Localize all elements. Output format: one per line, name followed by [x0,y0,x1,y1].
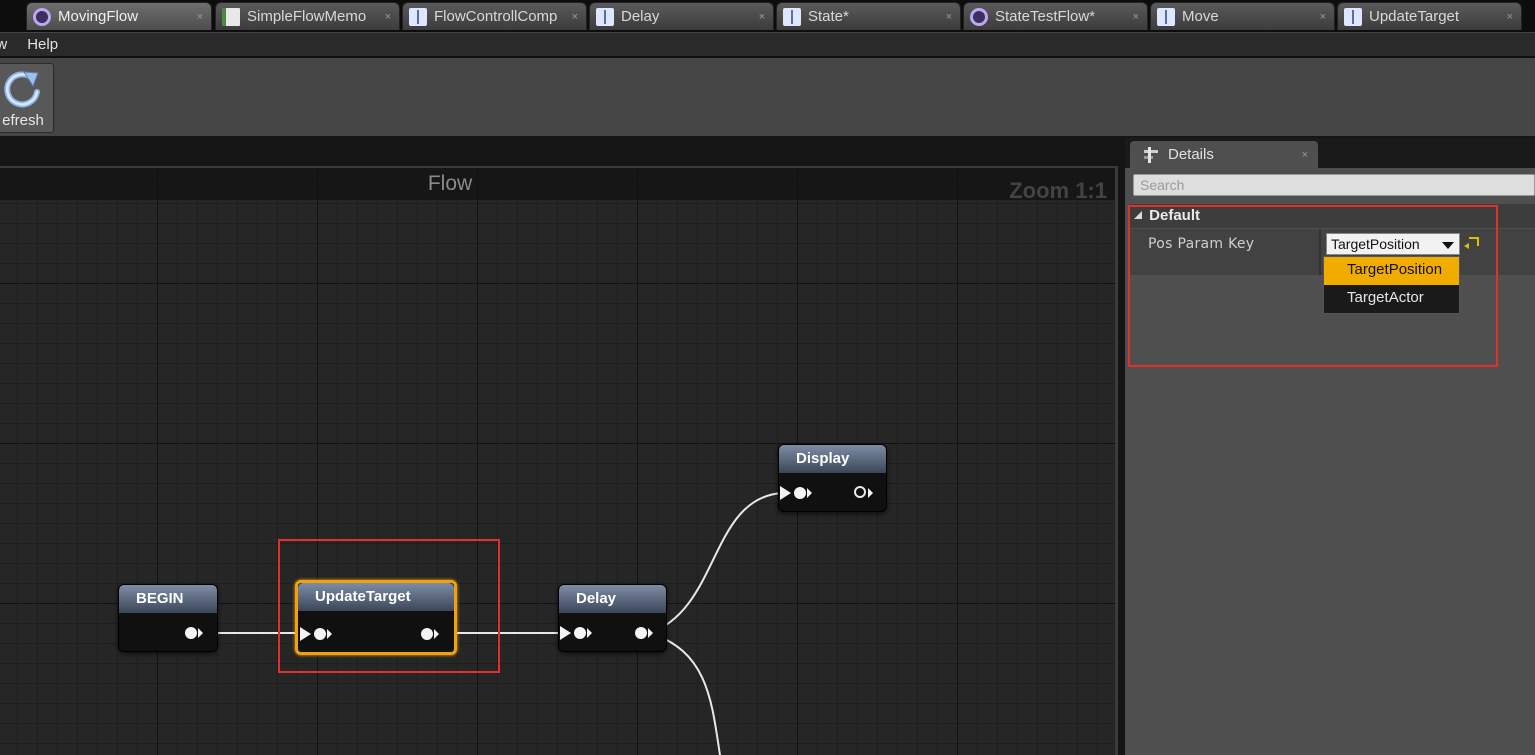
tab-delay[interactable]: Delay × [589,2,774,30]
reset-to-default-icon[interactable] [1464,237,1479,249]
exec-in-arrow-icon [300,627,311,641]
close-icon[interactable]: × [1133,11,1139,23]
close-icon[interactable]: × [946,11,952,23]
combo-value: TargetPosition [1331,236,1420,252]
graph-canvas[interactable]: Flow Zoom 1:1 BEGIN UpdateTarget Delay D… [0,166,1118,755]
tab-label: Delay [621,8,660,25]
node-updatetarget[interactable]: UpdateTarget [295,580,457,655]
book-icon [409,7,427,26]
collapse-triangle-icon [1134,211,1142,219]
tab-label: MovingFlow [58,8,139,25]
exec-out-pin[interactable] [635,627,647,639]
node-begin[interactable]: BEGIN [118,584,218,652]
refresh-icon [4,71,40,108]
menu-window[interactable]: ow [0,36,17,53]
details-panel: Details × Default Pos Param Key TargetPo… [1125,138,1535,755]
exec-in-pin[interactable] [314,628,326,640]
menu-bar: ow Help [0,32,1535,56]
tab-updatetarget[interactable]: UpdateTarget × [1337,2,1522,30]
document-tab-bar: MovingFlow × SimpleFlowMemo × FlowContro… [0,0,1535,32]
exec-out-pin[interactable] [185,627,197,639]
exec-in-arrow-icon [560,626,571,640]
pin-arrow-icon [648,628,653,638]
exec-out-pin-unconnected[interactable] [854,486,866,498]
exec-in-pin[interactable] [574,627,586,639]
flow-ring-icon [33,7,51,26]
node-title: UpdateTarget [298,583,454,611]
tab-label: UpdateTarget [1369,8,1460,25]
book-icon [596,7,614,26]
close-icon[interactable]: × [759,11,765,23]
pos-param-key-combo[interactable]: TargetPosition [1326,233,1460,255]
pin-arrow-icon [807,488,812,498]
pin-arrow-icon [868,488,873,498]
pin-arrow-icon [327,629,332,639]
details-tab-label: Details [1168,146,1214,163]
details-tab[interactable]: Details × [1130,141,1318,168]
wire-layer [200,492,783,755]
tab-simpleflowmemo[interactable]: SimpleFlowMemo × [215,2,400,30]
category-label: Default [1149,207,1201,224]
book-icon [1344,7,1362,26]
close-icon[interactable]: × [385,11,391,23]
tab-movingflow[interactable]: MovingFlow × [26,2,212,30]
pin-arrow-icon [587,628,592,638]
refresh-button[interactable]: efresh [0,63,54,133]
menu-help[interactable]: Help [17,36,68,53]
dropdown-option-targetposition[interactable]: TargetPosition [1324,257,1459,285]
node-title: BEGIN [119,585,217,613]
wire-delay-to-display[interactable] [649,492,783,634]
close-icon[interactable]: × [197,11,203,23]
tab-label: SimpleFlowMemo [247,8,367,25]
toolbar: efresh [0,56,1535,136]
column-divider[interactable] [1319,229,1321,275]
close-icon[interactable]: × [1507,11,1513,23]
category-header-default[interactable]: Default [1129,204,1535,228]
node-display[interactable]: Display [778,444,887,512]
exec-in-arrow-icon [780,486,791,500]
exec-out-pin[interactable] [421,628,433,640]
book-icon [1157,7,1175,26]
pin-arrow-icon [198,628,203,638]
tab-flowcontrollcomp[interactable]: FlowControllComp × [402,2,587,30]
details-search-input[interactable] [1133,174,1535,196]
close-icon[interactable]: × [1320,11,1326,23]
refresh-label: efresh [2,112,44,129]
close-icon[interactable]: × [1302,149,1308,161]
property-name: Pos Param Key [1148,236,1255,252]
tab-state[interactable]: State* × [776,2,961,30]
dropdown-menu: TargetPosition TargetActor [1323,256,1460,314]
dropdown-arrow-icon [1442,242,1454,249]
node-title: Delay [559,585,666,613]
node-title: Display [779,445,886,473]
tab-label: State* [808,8,849,25]
pin-arrow-icon [434,629,439,639]
tab-move[interactable]: Move × [1150,2,1335,30]
memo-icon [222,7,240,26]
book-icon [783,7,801,26]
flow-ring-icon [970,7,988,26]
exec-in-pin[interactable] [794,487,806,499]
tab-statetestflow[interactable]: StateTestFlow* × [963,2,1148,30]
tab-label: StateTestFlow* [995,8,1096,25]
dropdown-option-targetactor[interactable]: TargetActor [1324,285,1459,313]
tab-label: FlowControllComp [434,8,558,25]
details-icon [1144,146,1158,163]
close-icon[interactable]: × [572,11,578,23]
node-delay[interactable]: Delay [558,584,667,652]
tab-label: Move [1182,8,1219,25]
